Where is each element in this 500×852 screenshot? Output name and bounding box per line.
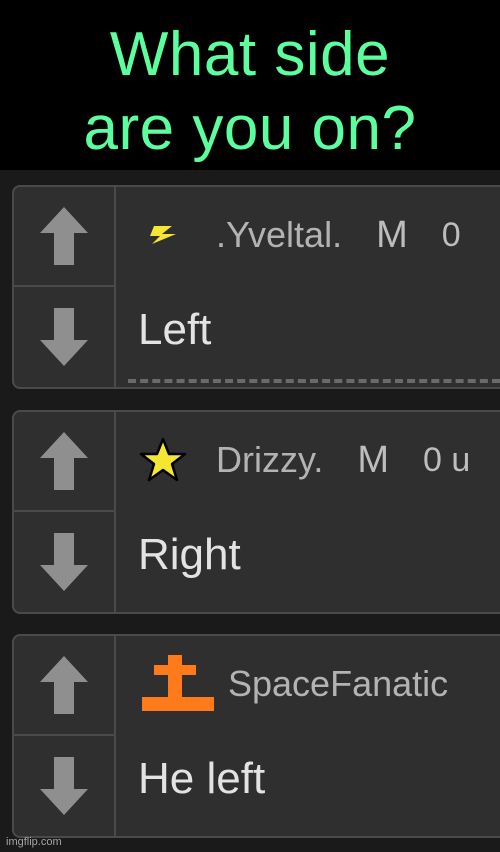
comment-text: Left — [138, 305, 212, 354]
headline-line-1: What side — [109, 20, 391, 89]
meme-headline-area: What side are you on? — [0, 0, 500, 170]
meme-headline: What side are you on? — [0, 18, 500, 166]
comment-card: SpaceFanatic He left — [12, 634, 500, 838]
vote-column — [14, 636, 116, 836]
headline-line-2: are you on? — [83, 94, 417, 163]
vote-column — [14, 412, 116, 612]
arrow-down-icon — [40, 757, 88, 815]
star-icon — [138, 435, 188, 485]
arrow-up-icon — [40, 207, 88, 265]
comment-header: SpaceFanatic — [138, 655, 448, 711]
comment-header: Drizzy. M 0 u — [138, 434, 470, 486]
comments-panel: .Yveltal. M 0 Left Drizzy. M 0 u Right S… — [0, 170, 500, 852]
comment-card: .Yveltal. M 0 Left — [12, 185, 500, 389]
comment-card: Drizzy. M 0 u Right — [12, 410, 500, 614]
divider — [128, 379, 500, 383]
downvote-button[interactable] — [14, 287, 114, 387]
arrow-down-icon — [40, 308, 88, 366]
upvote-button[interactable] — [14, 187, 114, 287]
downvote-button[interactable] — [14, 512, 114, 612]
points-label: 0 u — [422, 440, 471, 479]
arrow-up-icon — [40, 656, 88, 714]
downvote-button[interactable] — [14, 736, 114, 836]
arrow-down-icon — [40, 533, 88, 591]
watermark: imgflip.com — [6, 836, 62, 848]
arrow-up-icon — [40, 432, 88, 490]
username-link[interactable]: SpaceFanatic — [228, 663, 448, 705]
comment-text: He left — [138, 754, 266, 803]
gender-label: M — [357, 438, 389, 481]
cross-icon — [138, 651, 218, 717]
comment-header: .Yveltal. M 0 — [138, 209, 461, 261]
vote-column — [14, 187, 116, 387]
username-link[interactable]: Drizzy. — [216, 439, 323, 481]
comment-text: Right — [138, 530, 241, 579]
username-link[interactable]: .Yveltal. — [216, 214, 342, 256]
upvote-button[interactable] — [14, 636, 114, 736]
lightning-bolt-icon — [138, 210, 188, 260]
points-label: 0 — [441, 215, 461, 254]
gender-label: M — [376, 213, 408, 256]
upvote-button[interactable] — [14, 412, 114, 512]
